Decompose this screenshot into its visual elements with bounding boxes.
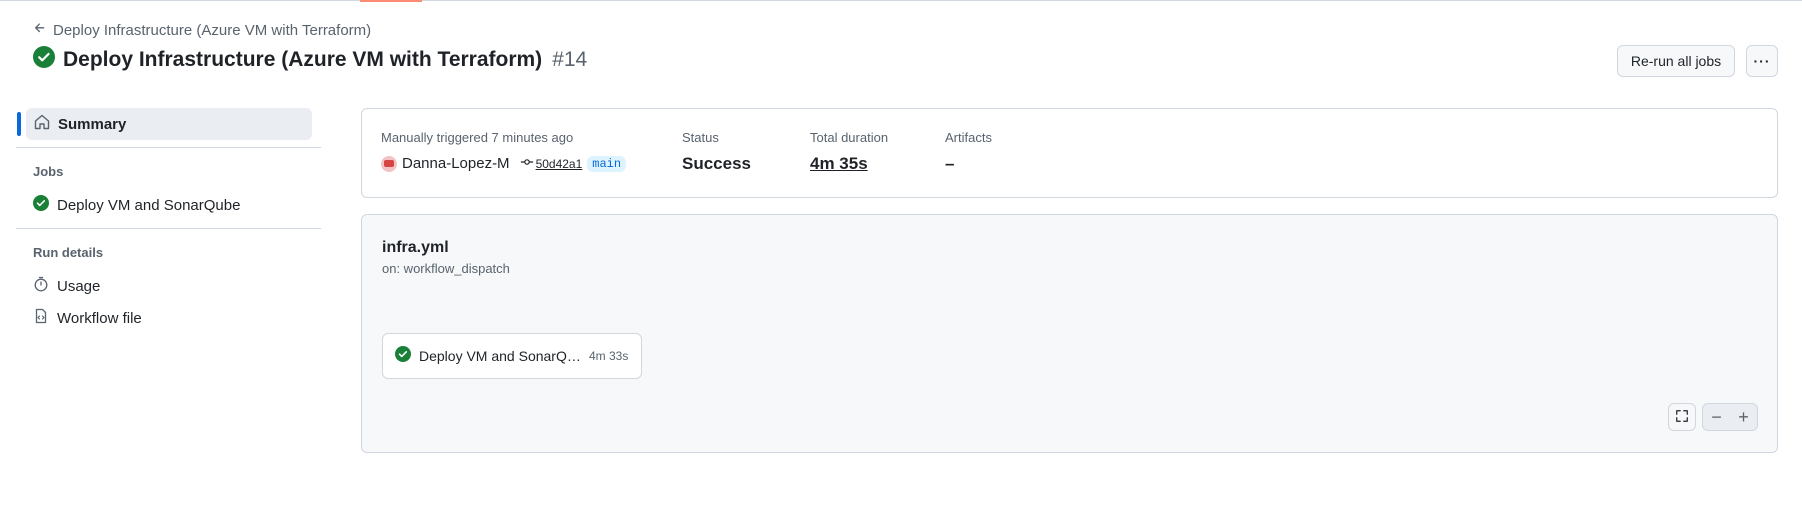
- zoom-in-button[interactable]: +: [1730, 404, 1757, 430]
- home-icon: [26, 114, 50, 135]
- arrow-left-icon: [33, 21, 47, 39]
- sidebar-item-label: Usage: [57, 277, 101, 295]
- sidebar-item-label: Deploy VM and SonarQube: [57, 196, 241, 214]
- file-code-icon: [33, 308, 49, 328]
- sidebar-item-workflow-file[interactable]: Workflow file: [33, 308, 142, 328]
- duration-label: Total duration: [810, 130, 889, 145]
- success-check-icon: [383, 345, 411, 367]
- sidebar-item-summary[interactable]: Summary: [17, 108, 312, 140]
- job-node-duration: 4m 33s: [589, 349, 629, 363]
- sidebar-item-job[interactable]: Deploy VM and SonarQube: [33, 195, 240, 215]
- run-summary-card: Manually triggered 7 minutes ago Danna-L…: [361, 108, 1778, 198]
- status-label: Status: [682, 130, 719, 145]
- artifacts-label: Artifacts: [945, 130, 992, 145]
- sidebar-divider: [16, 228, 321, 229]
- success-check-icon: [33, 46, 55, 73]
- active-tab-indicator: [360, 0, 422, 2]
- rerun-all-jobs-button[interactable]: Re-run all jobs: [1617, 45, 1735, 77]
- fullscreen-button[interactable]: [1668, 403, 1696, 431]
- run-details-heading: Run details: [33, 245, 104, 260]
- zoom-out-button[interactable]: −: [1703, 404, 1730, 430]
- artifacts-value: –: [945, 154, 955, 173]
- git-commit-icon: [520, 155, 536, 172]
- sidebar-item-label: Summary: [58, 115, 127, 133]
- sidebar-divider: [16, 147, 321, 148]
- jobs-heading: Jobs: [33, 164, 64, 179]
- page-title: Deploy Infrastructure (Azure VM with Ter…: [63, 47, 543, 71]
- page-title-row: Deploy Infrastructure (Azure VM with Ter…: [33, 46, 587, 73]
- success-check-icon: [33, 195, 49, 215]
- more-options-button[interactable]: ···: [1746, 45, 1778, 77]
- trigger-details: Danna-Lopez-M 50d42a1 main: [381, 155, 627, 172]
- screen-full-icon: [1675, 407, 1689, 428]
- job-node[interactable]: Deploy VM and SonarQube 4m 33s: [382, 333, 642, 379]
- active-indicator: [17, 112, 21, 136]
- top-border: [0, 0, 1802, 1]
- branch-badge[interactable]: main: [587, 155, 627, 172]
- run-number: #14: [552, 47, 588, 71]
- workflow-trigger: on: workflow_dispatch: [382, 261, 510, 276]
- kebab-horizontal-icon: ···: [1753, 53, 1771, 69]
- trigger-text: Manually triggered 7 minutes ago: [381, 130, 574, 145]
- workflow-graph: infra.yml on: workflow_dispatch Deploy V…: [361, 214, 1778, 453]
- sidebar-item-usage[interactable]: Usage: [33, 276, 100, 296]
- job-node-name: Deploy VM and SonarQube: [419, 348, 583, 364]
- duration-value[interactable]: 4m 35s: [810, 154, 868, 174]
- workflow-file-name: infra.yml: [382, 239, 449, 256]
- sidebar-item-label: Workflow file: [57, 309, 142, 327]
- stopwatch-icon: [33, 276, 49, 296]
- actor-name[interactable]: Danna-Lopez-M: [402, 155, 510, 172]
- avatar[interactable]: [381, 155, 397, 172]
- commit-sha: 50d42a1: [535, 156, 583, 171]
- status-value: Success: [682, 154, 751, 173]
- back-link[interactable]: Deploy Infrastructure (Azure VM with Ter…: [33, 21, 371, 39]
- zoom-controls: − +: [1702, 403, 1758, 431]
- commit-link[interactable]: 50d42a1: [520, 155, 583, 172]
- back-link-label: Deploy Infrastructure (Azure VM with Ter…: [53, 21, 372, 39]
